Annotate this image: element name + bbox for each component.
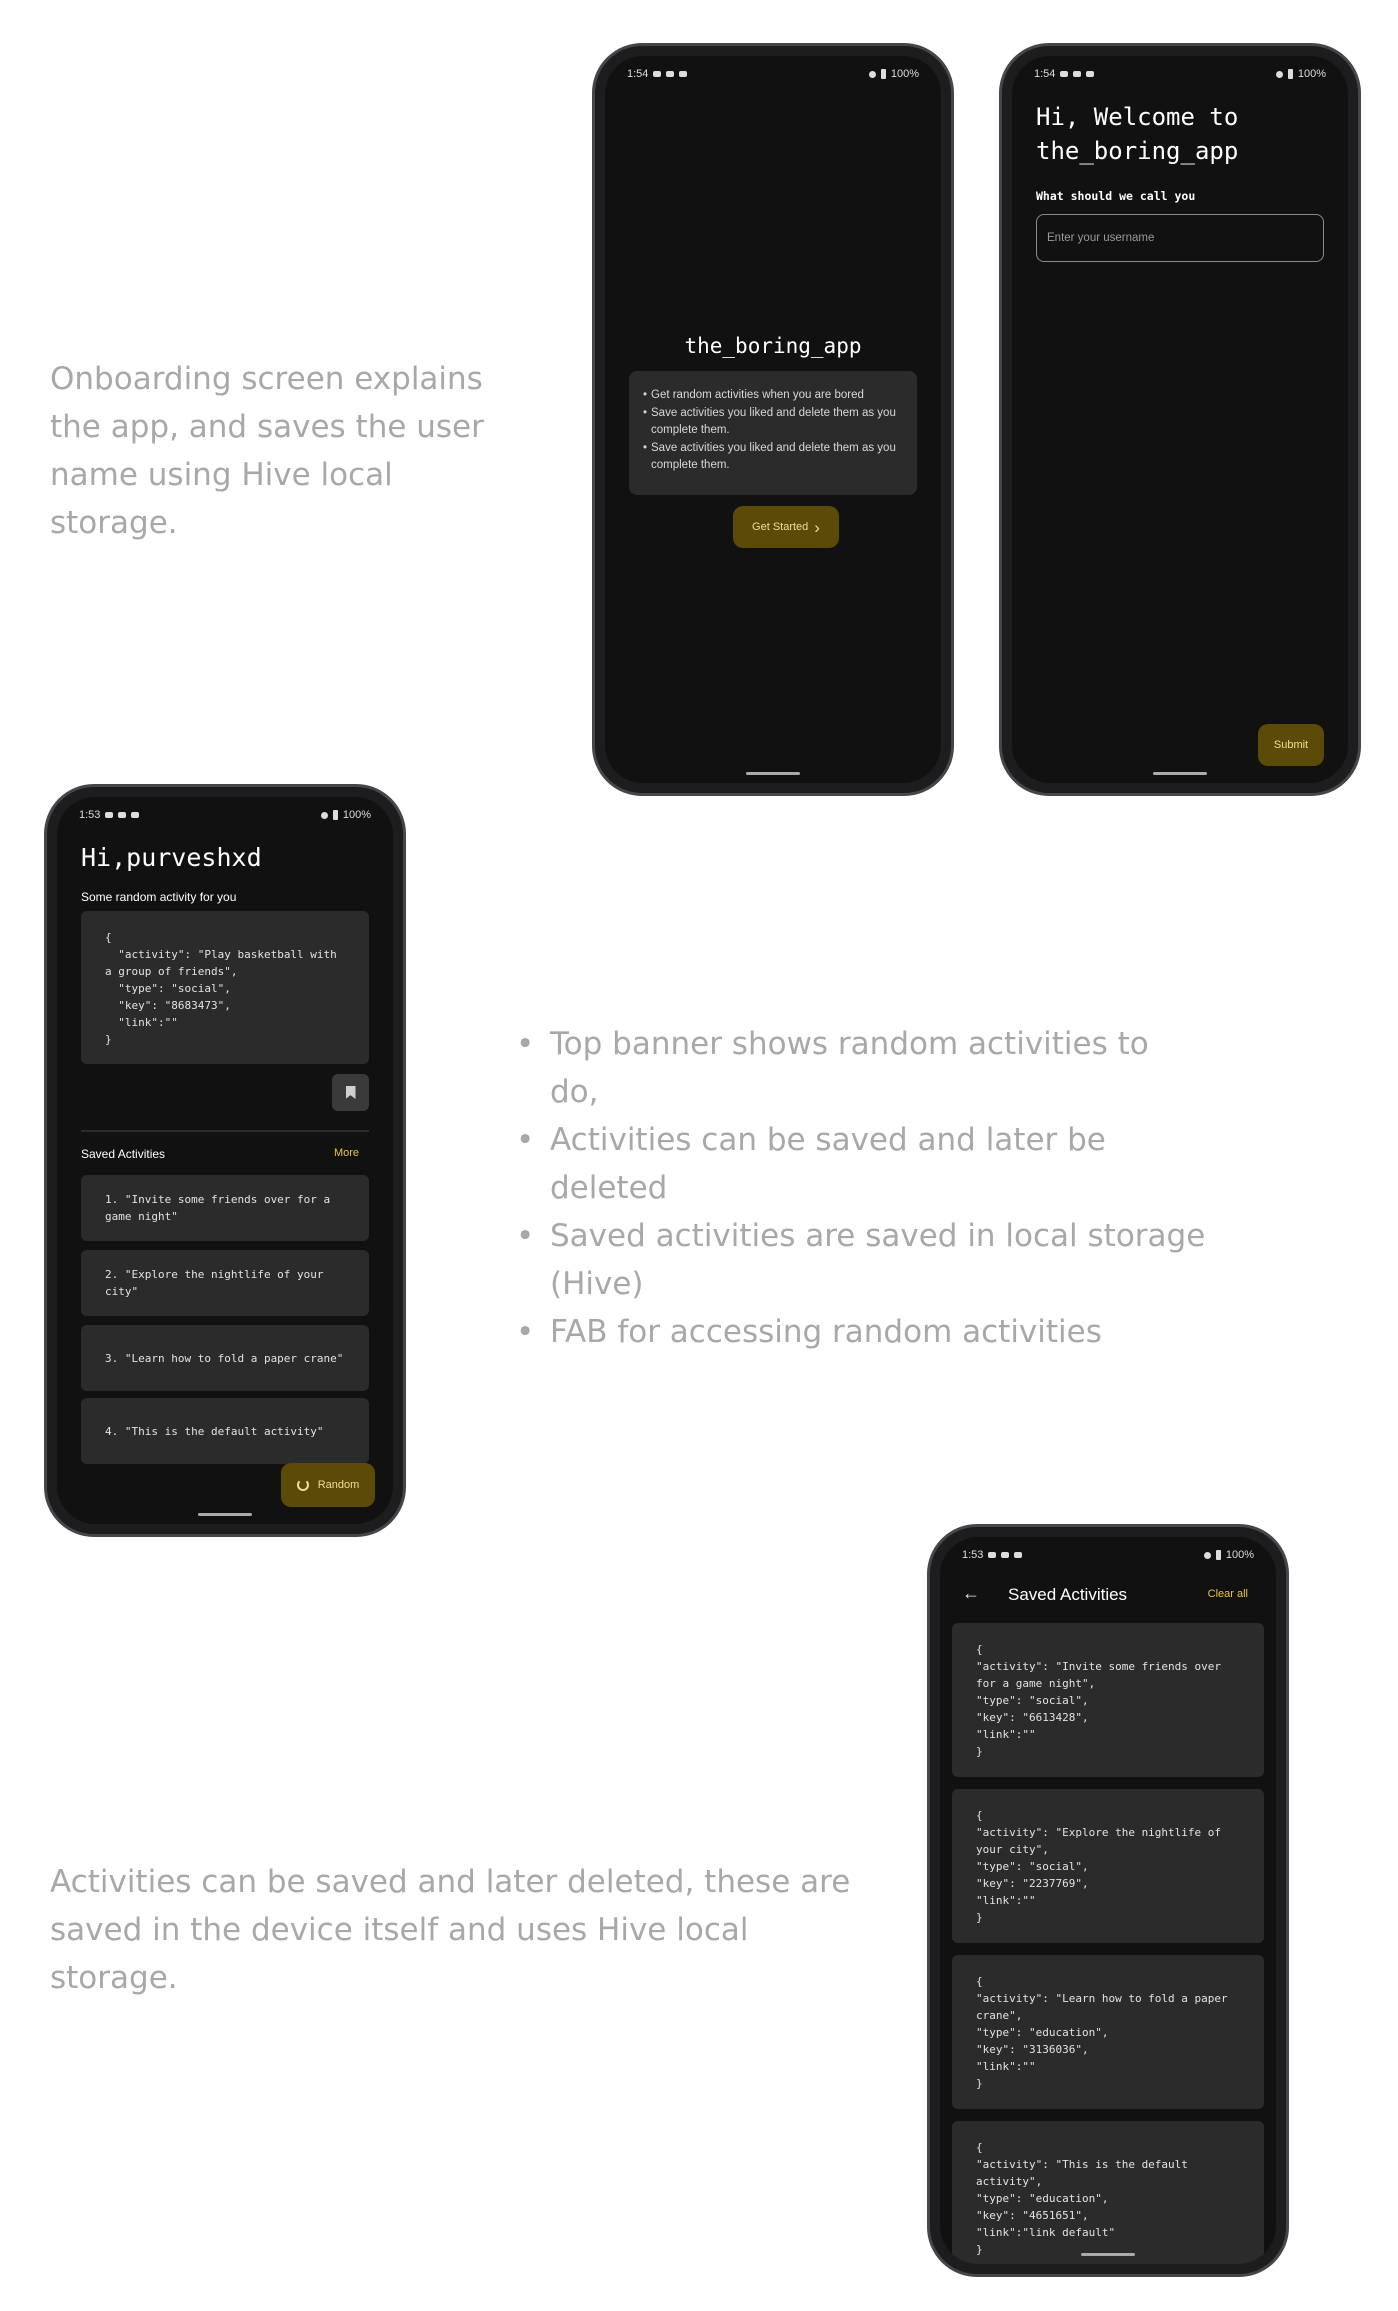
notification-icon <box>105 812 114 818</box>
status-time: 1:53 <box>962 1549 984 1561</box>
submit-button[interactable]: Submit <box>1258 724 1324 766</box>
random-fab[interactable]: Random <box>281 1463 375 1507</box>
saved-activities-heading: Saved Activities <box>81 1147 166 1161</box>
battery-icon <box>332 810 338 820</box>
saved-activity-text: 1. "Invite some friends over for a game … <box>105 1193 331 1223</box>
saved-activity-item[interactable]: 1. "Invite some friends over for a game … <box>81 1175 369 1241</box>
saved-activity-text: 2. "Explore the nightlife of your city" <box>105 1268 324 1298</box>
home-indicator <box>1153 772 1207 775</box>
wifi-icon <box>1203 1551 1211 1559</box>
home-feature-bullet: Top banner shows random activities to do… <box>516 1020 1206 1116</box>
saved-activities-title: Saved Activities <box>1008 1585 1128 1604</box>
battery-icon <box>880 69 886 79</box>
notification-icon <box>131 812 140 818</box>
bookmark-icon <box>345 1086 356 1099</box>
divider <box>81 1130 369 1132</box>
random-activity-subtitle: Some random activity for you <box>81 890 237 904</box>
home-feature-bullet: FAB for accessing random activities <box>516 1308 1206 1356</box>
username-input[interactable]: Enter your username <box>1036 214 1324 262</box>
username-prompt: What should we call you <box>1036 189 1196 203</box>
notification-icon <box>666 71 675 77</box>
home-indicator <box>746 772 800 775</box>
battery-level: 100% <box>1297 68 1326 80</box>
feature-item: Get random activities when you are bored <box>643 387 903 405</box>
clear-all-button[interactable]: Clear all <box>1208 1588 1248 1600</box>
saved-activity-text: 4. "This is the default activity" <box>105 1424 324 1438</box>
home-feature-list: Top banner shows random activities to do… <box>516 1020 1206 1356</box>
feature-item: Save activities you liked and delete the… <box>643 440 903 475</box>
submit-label: Submit <box>1273 739 1309 751</box>
saved-activity-text: 3. "Learn how to fold a paper crane" <box>105 1351 344 1365</box>
chevron-right-icon: › <box>814 517 820 537</box>
status-time: 1:54 <box>627 68 649 80</box>
welcome-phone: 1:54 100% Hi, Welcome to the_boring_app … <box>999 43 1361 796</box>
battery-level: 100% <box>342 809 371 821</box>
home-feature-bullet: Saved activities are saved in local stor… <box>516 1212 1206 1308</box>
notification-icon <box>679 71 688 77</box>
save-activity-button[interactable] <box>332 1074 369 1111</box>
status-time: 1:54 <box>1034 68 1056 80</box>
saved-activity-item[interactable]: 4. "This is the default activity" <box>81 1398 369 1464</box>
status-bar: 1:53 100% <box>962 1545 1254 1565</box>
onboarding-phone: 1:54 100% the_boring_app Get random acti… <box>592 43 954 796</box>
feature-item: Save activities you liked and delete the… <box>643 405 903 440</box>
app-title: the_boring_app <box>684 334 862 358</box>
notification-icon <box>653 71 662 77</box>
wifi-icon <box>320 811 328 819</box>
saved-caption: Activities can be saved and later delete… <box>50 1864 851 1996</box>
notification-icon <box>1073 71 1082 77</box>
saved-activity-item[interactable]: 3. "Learn how to fold a paper crane" <box>81 1325 369 1391</box>
onboarding-screen: 1:54 100% the_boring_app Get random acti… <box>605 56 941 783</box>
notification-icon <box>1014 1552 1023 1558</box>
saved-activities-screen: 1:53 100% ← Saved Activities Clear all {… <box>940 1537 1276 2264</box>
features-card: Get random activities when you are bored… <box>629 371 917 495</box>
get-started-button[interactable]: Get Started › <box>733 506 839 548</box>
home-indicator <box>1081 2253 1135 2256</box>
notification-icon <box>988 1552 997 1558</box>
status-bar: 1:54 100% <box>1034 64 1326 84</box>
saved-activity-card[interactable]: { "activity": "Invite some friends over … <box>952 1623 1264 1777</box>
more-link[interactable]: More <box>334 1147 359 1159</box>
saved-activity-card[interactable]: { "activity": "This is the default activ… <box>952 2121 1264 2264</box>
welcome-title: Hi, Welcome to the_boring_app <box>1036 103 1239 165</box>
notification-icon <box>1060 71 1069 77</box>
saved-phone: 1:53 100% ← Saved Activities Clear all {… <box>927 1524 1289 2277</box>
onboarding-caption: Onboarding screen explains the app, and … <box>50 361 484 541</box>
get-started-label: Get Started <box>752 521 809 533</box>
home-indicator <box>198 1513 252 1516</box>
home-feature-bullet: Activities can be saved and later be del… <box>516 1116 1206 1212</box>
notification-icon <box>118 812 127 818</box>
random-activity-card: { "activity": "Play basketball with a gr… <box>81 911 369 1064</box>
saved-activity-item[interactable]: 2. "Explore the nightlife of your city" <box>81 1250 369 1316</box>
saved-activity-card[interactable]: { "activity": "Learn how to fold a paper… <box>952 1955 1264 2109</box>
saved-activity-card[interactable]: { "activity": "Explore the nightlife of … <box>952 1789 1264 1943</box>
welcome-screen: 1:54 100% Hi, Welcome to the_boring_app … <box>1012 56 1348 783</box>
battery-icon <box>1215 1550 1221 1560</box>
refresh-icon <box>296 1479 309 1491</box>
notification-icon <box>1086 71 1095 77</box>
back-arrow-icon[interactable]: ← <box>962 1583 980 1604</box>
battery-level: 100% <box>1225 1549 1254 1561</box>
greeting: Hi,purveshxd <box>81 843 262 872</box>
battery-level: 100% <box>890 68 919 80</box>
home-screen: 1:53 100% Hi,purveshxd Some random activ… <box>57 797 393 1524</box>
notification-icon <box>1001 1552 1010 1558</box>
status-time: 1:53 <box>79 809 101 821</box>
random-fab-label: Random <box>317 1479 360 1491</box>
status-bar: 1:54 100% <box>627 64 919 84</box>
home-phone: 1:53 100% Hi,purveshxd Some random activ… <box>44 784 406 1537</box>
wifi-icon <box>1275 70 1283 78</box>
wifi-icon <box>868 70 876 78</box>
status-bar: 1:53 100% <box>79 805 371 825</box>
battery-icon <box>1287 69 1293 79</box>
